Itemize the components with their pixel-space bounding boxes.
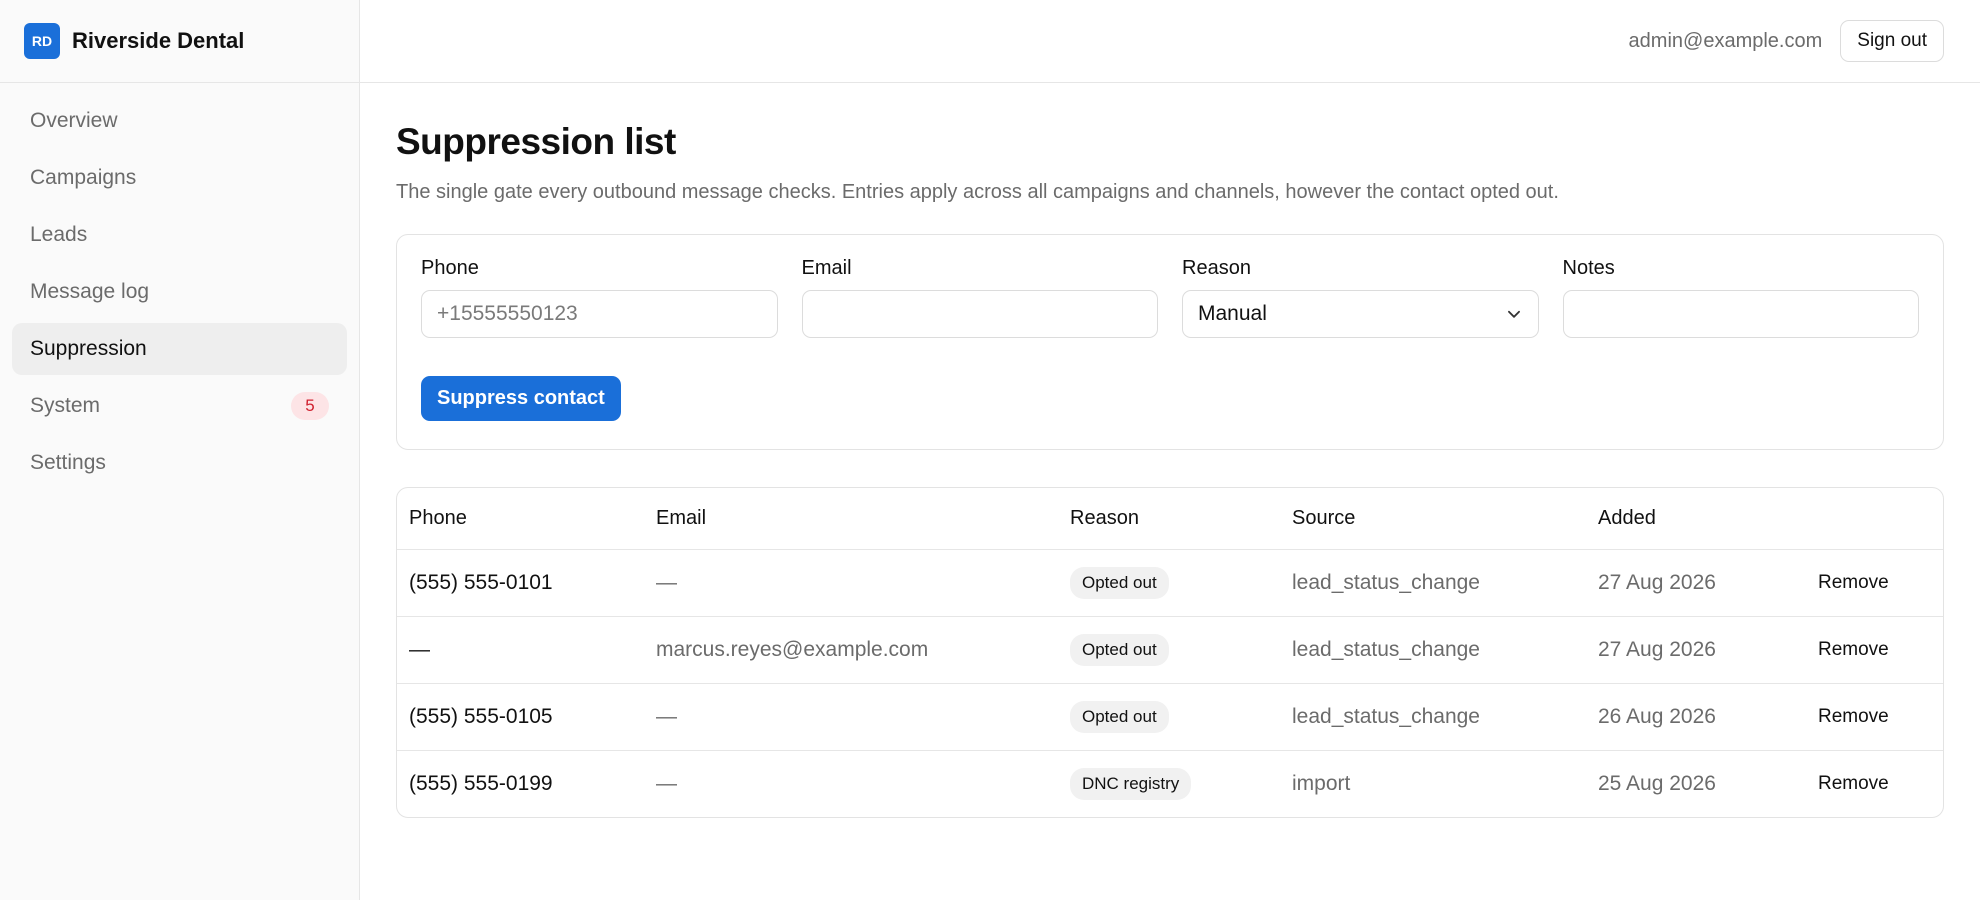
sign-out-button[interactable]: Sign out [1840,20,1944,62]
source-cell: lead_status_change [1280,682,1586,750]
email-cell: marcus.reyes@example.com [644,615,1058,683]
column-header-actions [1798,488,1943,549]
email-cell: — [644,548,1058,616]
notes-input[interactable] [1562,290,1919,338]
table-row: — marcus.reyes@example.com Opted out lea… [397,615,1943,683]
actions-cell: Remove [1798,682,1943,750]
user-email: admin@example.com [1628,29,1823,52]
suppress-contact-button[interactable]: Suppress contact [421,376,621,421]
email-cell: — [644,749,1058,817]
column-header-email: Email [656,506,707,529]
suppression-table: Phone Email Reason Source Added (555) 55… [397,488,1943,817]
notes-field-group: Notes [1562,257,1919,338]
sidebar-item-message-log[interactable]: Message log [12,266,347,318]
added-cell: 26 Aug 2026 [1586,682,1798,750]
remove-button[interactable]: Remove [1810,635,1897,665]
brand-name: Riverside Dental [72,28,245,53]
sidebar: RD Riverside Dental Overview Campaigns L… [0,0,360,900]
phone-cell: (555) 555-0199 [397,749,644,817]
chevron-down-icon [1507,310,1520,318]
reason-select[interactable]: Manual [1182,290,1539,338]
reason-badge: Opted out [1070,633,1169,666]
notes-field-label: Notes [1562,257,1615,279]
remove-button[interactable]: Remove [1810,568,1897,598]
form-fields-row: Phone Email Reason Manual Notes [421,257,1919,338]
phone-cell: — [397,615,644,683]
sidebar-item-campaigns[interactable]: Campaigns [12,152,347,204]
brand-logo: RD [24,23,60,59]
source-cell: lead_status_change [1280,548,1586,616]
added-cell: 25 Aug 2026 [1586,749,1798,817]
topbar: admin@example.com Sign out [360,0,1980,83]
email-field-label: Email [801,257,852,279]
reason-cell: Opted out [1058,548,1280,616]
table-row: (555) 555-0101 — Opted out lead_status_c… [397,548,1943,616]
email-input[interactable] [801,290,1158,338]
added-cell: 27 Aug 2026 [1586,615,1798,683]
sidebar-item-settings[interactable]: Settings [12,437,347,489]
actions-cell: Remove [1798,548,1943,616]
remove-button[interactable]: Remove [1810,769,1897,799]
sidebar-item-system[interactable]: System 5 [12,380,347,432]
sidebar-item-overview[interactable]: Overview [12,95,347,147]
column-header-source: Source [1292,506,1356,529]
suppress-form: Phone Email Reason Manual Notes [396,234,1944,450]
brand: RD Riverside Dental [0,0,359,83]
reason-field-label: Reason [1182,257,1251,279]
table-row: (555) 555-0199 — DNC registry import 25 … [397,749,1943,817]
sidebar-item-leads[interactable]: Leads [12,209,347,261]
column-header-phone: Phone [409,506,467,529]
sidebar-item-label: Overview [30,109,118,132]
email-cell: — [644,682,1058,750]
sidebar-item-label: Message log [30,280,150,303]
table-header-row: Phone Email Reason Source Added [397,488,1943,549]
phone-input[interactable] [421,290,778,338]
page-title: Suppression list [396,121,676,162]
reason-select-value: Manual [1198,302,1267,325]
column-header-reason: Reason [1070,506,1139,529]
reason-cell: DNC registry [1058,749,1280,817]
phone-field-label: Phone [421,257,479,279]
sidebar-item-label: Campaigns [30,166,137,189]
main-content: Suppression list The single gate every o… [396,83,1944,818]
sidebar-nav: Overview Campaigns Leads Message log Sup… [0,83,359,489]
sidebar-item-label: Leads [30,223,88,246]
sidebar-item-label: System [30,394,101,417]
phone-cell: (555) 555-0101 [397,548,644,616]
reason-field-group: Reason Manual [1182,257,1539,338]
email-field-group: Email [801,257,1158,338]
reason-badge: DNC registry [1070,767,1192,800]
phone-cell: (555) 555-0105 [397,682,644,750]
actions-cell: Remove [1798,615,1943,683]
sidebar-item-label: Suppression [30,337,147,360]
system-count-badge: 5 [291,392,329,420]
phone-field-group: Phone [421,257,778,338]
page-description: The single gate every outbound message c… [396,181,1559,203]
sidebar-item-label: Settings [30,451,106,474]
actions-cell: Remove [1798,749,1943,817]
remove-button[interactable]: Remove [1810,702,1897,732]
sidebar-item-suppression[interactable]: Suppression [12,323,347,375]
reason-cell: Opted out [1058,682,1280,750]
source-cell: lead_status_change [1280,615,1586,683]
source-cell: import [1280,749,1586,817]
reason-badge: Opted out [1070,700,1169,733]
reason-badge: Opted out [1070,566,1169,599]
reason-cell: Opted out [1058,615,1280,683]
table-row: (555) 555-0105 — Opted out lead_status_c… [397,682,1943,750]
suppression-table-card: Phone Email Reason Source Added (555) 55… [396,487,1944,818]
column-header-added: Added [1598,506,1656,529]
added-cell: 27 Aug 2026 [1586,548,1798,616]
